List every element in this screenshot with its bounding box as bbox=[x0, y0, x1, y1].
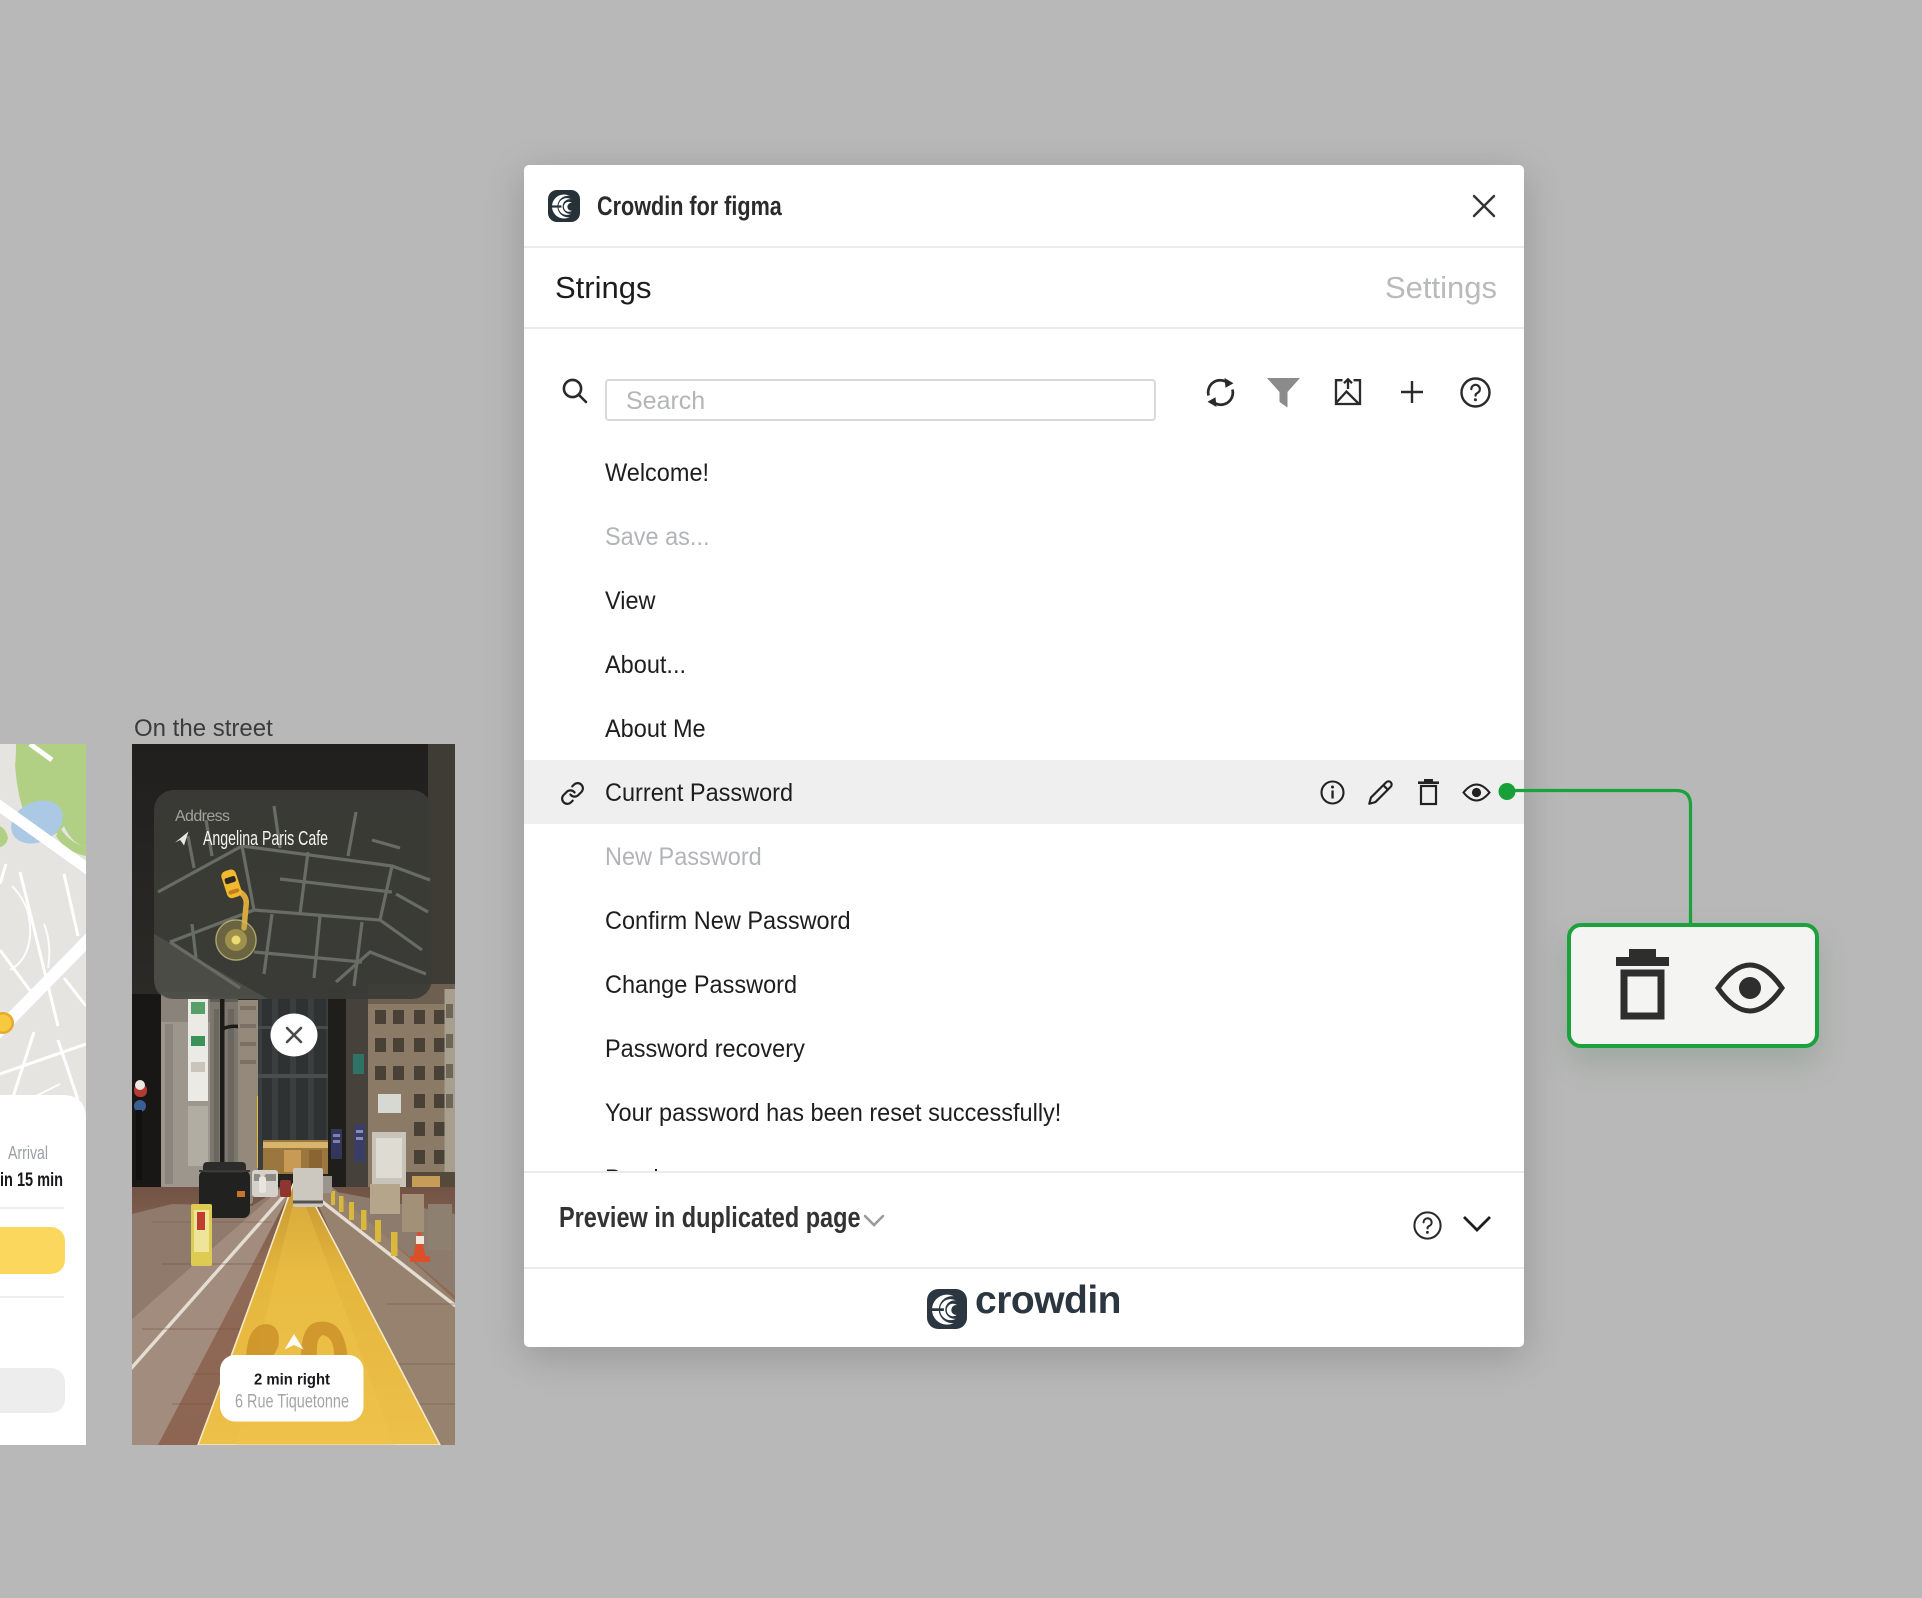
svg-text:Angelina Paris Cafe: Angelina Paris Cafe bbox=[203, 828, 328, 850]
svg-text:2 min right: 2 min right bbox=[254, 1372, 331, 1389]
svg-text:6 Rue Tiquetonne: 6 Rue Tiquetonne bbox=[235, 1392, 349, 1413]
svg-text:Address: Address bbox=[175, 808, 230, 825]
svg-text:Arrival: Arrival bbox=[8, 1143, 48, 1163]
svg-text:in 15 min: in 15 min bbox=[0, 1170, 63, 1191]
